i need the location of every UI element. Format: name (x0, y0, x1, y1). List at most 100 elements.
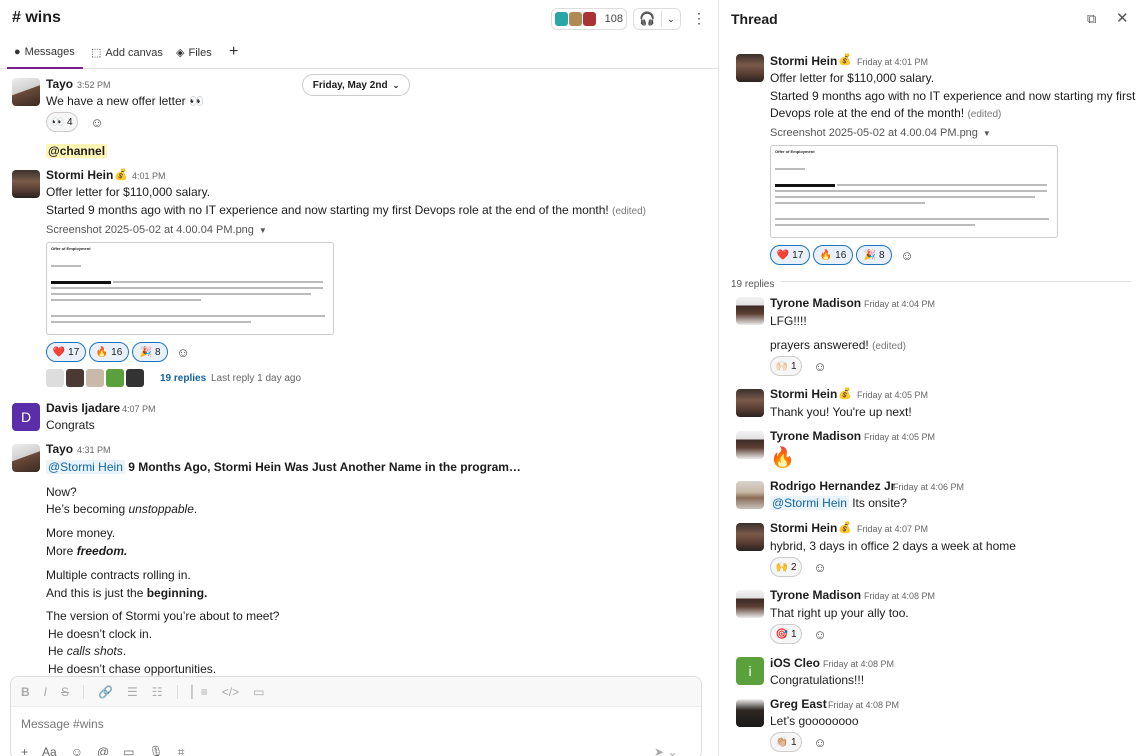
add-reaction-icon[interactable]: ☺ (896, 245, 918, 265)
message-author[interactable]: Stormi Hein (46, 168, 113, 182)
message-timestamp[interactable]: Friday at 4:05 PM (857, 390, 928, 400)
message-author[interactable]: Greg East (770, 697, 827, 711)
reaction-fire[interactable]: 🔥 16 (89, 342, 129, 362)
close-icon[interactable]: ✕ (1116, 9, 1129, 27)
add-reaction-icon[interactable]: ☺ (809, 624, 831, 644)
message-timestamp[interactable]: Friday at 4:01 PM (857, 57, 928, 67)
huddle-button[interactable]: 🎧 ⌄ (633, 8, 681, 30)
caret-down-icon[interactable]: ▼ (983, 129, 991, 138)
shortcut-icon[interactable]: ⌗ (178, 745, 185, 756)
image-attachment[interactable]: Offer of Employment (46, 242, 334, 335)
file-name-text: Screenshot 2025-05-02 at 4.00.04 PM.png (46, 224, 254, 236)
channel-mention[interactable]: @channel (46, 144, 108, 158)
emoji-icon[interactable]: ☺ (71, 745, 83, 756)
italic-icon[interactable]: I (44, 685, 47, 699)
message-timestamp[interactable]: 4:31 PM (77, 445, 111, 455)
avatar[interactable]: D (12, 403, 40, 431)
reaction-eyes[interactable]: 👀 4 (46, 112, 78, 132)
mention-icon[interactable]: @ (97, 745, 109, 756)
message-timestamp[interactable]: Friday at 4:06 PM (893, 482, 964, 492)
avatar[interactable] (12, 444, 40, 472)
avatar[interactable] (736, 699, 764, 727)
message-author[interactable]: Davis Ijadare (46, 401, 120, 415)
reply-avatars[interactable] (46, 369, 144, 387)
add-reaction-icon[interactable]: ☺ (172, 342, 194, 362)
user-mention[interactable]: @Stormi Hein (770, 496, 849, 510)
message-timestamp[interactable]: 3:52 PM (77, 80, 111, 90)
avatar[interactable] (736, 389, 764, 417)
members-button[interactable]: 108 (551, 8, 627, 30)
reaction-tada[interactable]: 🎉 8 (856, 245, 892, 265)
file-name[interactable]: Screenshot 2025-05-02 at 4.00.04 PM.png ▼ (770, 127, 991, 139)
ordered-list-icon[interactable]: ☰ (127, 685, 138, 699)
reaction-target[interactable]: 🎯 1 (770, 624, 802, 644)
strikethrough-icon[interactable]: S (61, 685, 69, 699)
reaction-fire[interactable]: 🔥 16 (813, 245, 853, 265)
message-timestamp[interactable]: 4:07 PM (122, 404, 156, 414)
message-timestamp[interactable]: Friday at 4:08 PM (864, 591, 935, 601)
message-author[interactable]: Tyrone Madison (770, 429, 861, 443)
image-attachment[interactable]: Offer of Employment (770, 145, 1058, 238)
avatar[interactable] (12, 78, 40, 106)
message-author[interactable]: Stormi Hein (770, 387, 837, 401)
message-timestamp[interactable]: Friday at 4:04 PM (864, 299, 935, 309)
message-author[interactable]: Rodrigo Hernandez Jr (770, 479, 895, 493)
tab-messages[interactable]: ● Messages (7, 46, 83, 69)
reaction-heart[interactable]: ❤️ 17 (770, 245, 810, 265)
message-author[interactable]: Tayo (46, 77, 73, 91)
text-format-icon[interactable]: Aa (42, 745, 57, 756)
video-icon[interactable]: ▭ (123, 745, 134, 756)
date-divider[interactable]: Friday, May 2nd ⌄ (302, 74, 410, 96)
message-author[interactable]: Tayo (46, 442, 73, 456)
add-tab-button[interactable]: + (229, 43, 238, 61)
avatar[interactable] (12, 170, 40, 198)
message-author[interactable]: iOS Cleo (770, 656, 820, 670)
message-author[interactable]: Tyrone Madison (770, 296, 861, 310)
avatar[interactable] (736, 297, 764, 325)
message-timestamp[interactable]: Friday at 4:05 PM (864, 432, 935, 442)
message-author[interactable]: Tyrone Madison (770, 588, 861, 602)
code-block-icon[interactable]: ▭ (253, 685, 264, 699)
send-icon[interactable]: ➤ ⌄ (654, 745, 677, 756)
reaction-heart[interactable]: ❤️ 17 (46, 342, 86, 362)
more-options-icon[interactable]: ⋮ (692, 10, 706, 27)
reaction-emoji: 🙌 (775, 561, 788, 573)
chevron-down-icon[interactable]: ⌄ (662, 14, 680, 25)
microphone-icon[interactable]: 🎙 (149, 745, 164, 756)
blockquote-icon[interactable]: ▏≡ (192, 685, 208, 699)
message-timestamp[interactable]: Friday at 4:07 PM (857, 524, 928, 534)
add-reaction-icon[interactable]: ☺ (86, 112, 108, 132)
message-timestamp[interactable]: Friday at 4:08 PM (823, 659, 894, 669)
avatar[interactable]: i (736, 657, 764, 685)
thread-replies-link[interactable]: 19 replies (160, 373, 206, 384)
avatar[interactable] (736, 54, 764, 82)
open-in-window-icon[interactable]: ⧉ (1087, 11, 1096, 27)
avatar[interactable] (736, 431, 764, 459)
plus-icon[interactable]: + (21, 745, 28, 756)
message-timestamp[interactable]: 4:01 PM (132, 171, 166, 181)
tab-files[interactable]: ◈ Files (176, 46, 212, 60)
channel-title[interactable]: # wins (12, 9, 61, 27)
message-timestamp[interactable]: Friday at 4:08 PM (828, 700, 899, 710)
add-reaction-icon[interactable]: ☺ (809, 557, 831, 577)
caret-down-icon[interactable]: ▼ (259, 226, 267, 235)
code-icon[interactable]: </> (222, 685, 239, 699)
avatar[interactable] (736, 523, 764, 551)
link-icon[interactable]: 🔗 (98, 685, 113, 699)
reaction-raised-hands[interactable]: 🙌🏻 1 (770, 356, 802, 376)
add-reaction-icon[interactable]: ☺ (809, 356, 831, 376)
message-input[interactable]: Message #wins (21, 717, 104, 731)
tab-add-canvas[interactable]: ⬚ Add canvas (91, 46, 163, 60)
file-name[interactable]: Screenshot 2025-05-02 at 4.00.04 PM.png ▼ (46, 224, 267, 236)
avatar[interactable] (736, 481, 764, 509)
message-author[interactable]: Stormi Hein (770, 54, 837, 68)
reaction-clap[interactable]: 👏🏼 1 (770, 732, 802, 752)
add-reaction-icon[interactable]: ☺ (809, 732, 831, 752)
user-mention[interactable]: @Stormi Hein (46, 460, 125, 474)
reaction-tada[interactable]: 🎉 8 (132, 342, 168, 362)
message-author[interactable]: Stormi Hein (770, 521, 837, 535)
bulleted-list-icon[interactable]: ☷ (152, 685, 163, 699)
bold-icon[interactable]: B (21, 685, 30, 699)
avatar[interactable] (736, 590, 764, 618)
reaction-raised-hands[interactable]: 🙌 2 (770, 557, 802, 577)
